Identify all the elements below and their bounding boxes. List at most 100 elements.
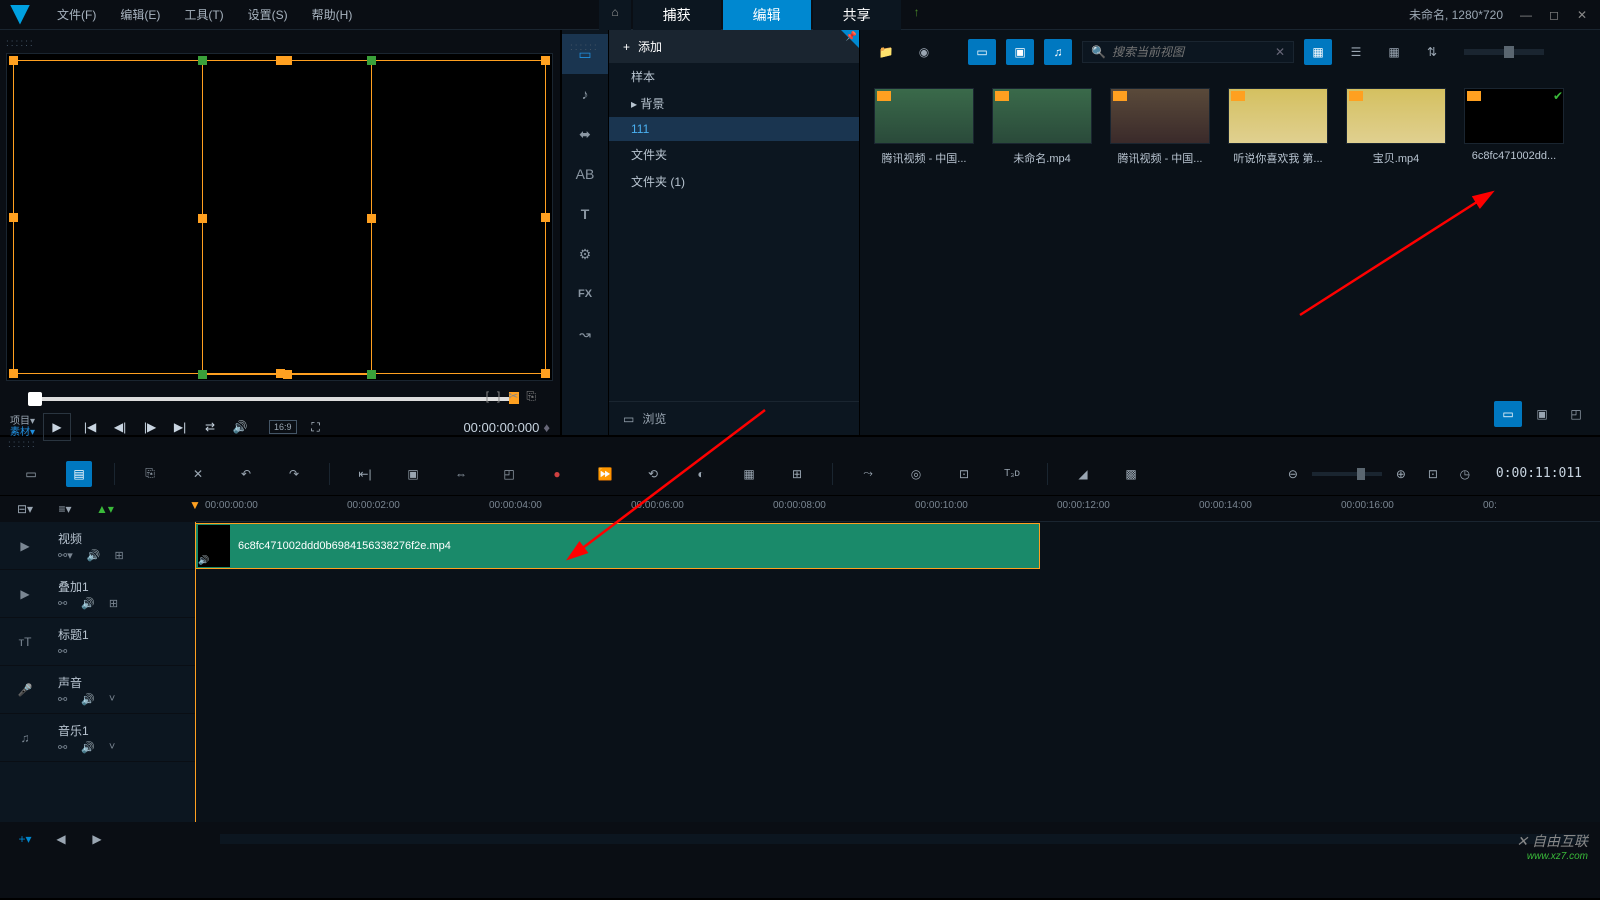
timecode-step-icon[interactable]: ♦ (543, 420, 550, 435)
track-video[interactable]: ▶ 视频⚯▾🔊⊞ (0, 522, 195, 570)
lib-opt2-icon[interactable]: ▣ (1528, 401, 1556, 427)
tab-edit[interactable]: 编辑 (723, 0, 811, 30)
redo-icon[interactable]: ↷ (281, 461, 307, 487)
clear-search-icon[interactable]: ✕ (1275, 45, 1285, 59)
filter-audio-icon[interactable]: ♫ (1044, 39, 1072, 65)
split-screen-icon[interactable]: ⊞ (784, 461, 810, 487)
volume-button[interactable]: 🔊 (229, 416, 251, 438)
mark-in-icon[interactable]: [ (486, 389, 489, 404)
aspect-ratio-button[interactable]: 16:9 (269, 420, 297, 434)
lib-opt3-icon[interactable]: ◰ (1562, 401, 1590, 427)
track-music[interactable]: ♫ 音乐1⚯🔊˅ (0, 714, 195, 762)
tree-folder-1[interactable]: 文件夹 (1) (609, 168, 859, 195)
selection-inner[interactable] (202, 60, 372, 375)
prev-frame-button[interactable]: ◀| (109, 416, 131, 438)
tree-sample[interactable]: 样本 (609, 63, 859, 90)
drag-handle-icon[interactable]: :::::: (6, 36, 554, 51)
menu-edit[interactable]: 编辑(E) (108, 2, 172, 27)
timeline-view-icon[interactable]: ▤ (66, 461, 92, 487)
view-grid-icon[interactable]: ▦ (1380, 39, 1408, 65)
split-icon[interactable]: ⎘ (526, 389, 536, 404)
zoom-in-icon[interactable]: ⊕ (1388, 461, 1414, 487)
add-media-button[interactable]: +添加 📌 (609, 30, 859, 63)
transition-tab-icon[interactable]: ⬌ (562, 114, 608, 154)
import-icon[interactable]: 📁 (872, 39, 900, 65)
tab-capture[interactable]: 捕获 (633, 0, 721, 30)
play-button[interactable]: ▶ (43, 413, 71, 441)
sort-icon[interactable]: ⇅ (1418, 39, 1446, 65)
crop-icon[interactable]: ▣ (400, 461, 426, 487)
search-input[interactable]: 🔍 ✕ (1082, 41, 1294, 63)
menu-tool[interactable]: 工具(T) (172, 2, 235, 27)
maximize-icon[interactable]: ◻ (1546, 8, 1562, 22)
tool-copy-icon[interactable]: ⎘ (137, 461, 163, 487)
preview-canvas[interactable] (6, 53, 553, 381)
chroma-icon[interactable]: ◐ (688, 461, 714, 487)
capture-icon[interactable]: ◉ (910, 39, 938, 65)
go-start-button[interactable]: |◀ (79, 416, 101, 438)
timeline-tracks-area[interactable]: 6c8fc471002ddd0b6984156338276f2e.mp4 🔊 (195, 522, 1600, 822)
media-item[interactable]: ✔ 6c8fc471002dd... (1464, 88, 1564, 162)
media-item[interactable]: 听说你喜欢我 第... (1228, 88, 1328, 166)
track-motion-icon[interactable]: ◎ (903, 461, 929, 487)
overlay-tab-icon[interactable]: AB (562, 154, 608, 194)
tab-share[interactable]: 共享 (813, 0, 901, 30)
reverse-icon[interactable]: ⟲ (640, 461, 666, 487)
browse-button[interactable]: ▭ 浏览 (609, 401, 859, 435)
view-list-icon[interactable]: ☰ (1342, 39, 1370, 65)
fit-icon[interactable]: ⊡ (1420, 461, 1446, 487)
track-voice[interactable]: 🎤 声音⚯🔊˅ (0, 666, 195, 714)
pin-icon[interactable]: 📌 (846, 31, 857, 42)
expand-icon[interactable]: ⛶ (305, 416, 327, 438)
media-item[interactable]: 宝贝.mp4 (1346, 88, 1446, 166)
scroll-left-icon[interactable]: ◀ (48, 826, 74, 852)
label-project[interactable]: 项目▾ (10, 416, 35, 427)
graphics-tab-icon[interactable]: ⚙ (562, 234, 608, 274)
next-frame-button[interactable]: |▶ (139, 416, 161, 438)
3d-title-icon[interactable]: T₃ᴅ (999, 461, 1025, 487)
tree-background[interactable]: ▸ 背景 (609, 90, 859, 117)
loop-button[interactable]: ⇄ (199, 416, 221, 438)
stretch-icon[interactable]: ⇔ (448, 461, 474, 487)
mask-icon[interactable]: ◢ (1070, 461, 1096, 487)
menu-settings[interactable]: 设置(S) (236, 2, 300, 27)
menu-help[interactable]: 帮助(H) (300, 2, 365, 27)
track-menu-icon[interactable]: ⊟▾ (12, 496, 38, 522)
preview-scrubber[interactable]: [ ] ✂ ⎘ (6, 389, 554, 409)
motion-icon[interactable]: ⤳ (855, 461, 881, 487)
tree-folder-111[interactable]: 111 (609, 117, 859, 141)
track-title[interactable]: ᴛT 标题1⚯ (0, 618, 195, 666)
scroll-right-icon[interactable]: ▶ (84, 826, 110, 852)
storyboard-view-icon[interactable]: ▭ (18, 461, 44, 487)
track-opts-icon[interactable]: ≡▾ (52, 496, 78, 522)
playhead-icon[interactable]: ▼ (189, 498, 201, 516)
lib-opt1-icon[interactable]: ▭ (1494, 401, 1522, 427)
multi-cam-icon[interactable]: ▦ (736, 461, 762, 487)
filter-video-icon[interactable]: ▭ (968, 39, 996, 65)
cut-icon[interactable]: ✂ (508, 389, 518, 404)
view-thumb-icon[interactable]: ▦ (1304, 39, 1332, 65)
zoom-out-icon[interactable]: ⊖ (1280, 461, 1306, 487)
record-icon[interactable]: ● (544, 461, 570, 487)
audio-tab-icon[interactable]: ♪ (562, 74, 608, 114)
timeline-hscroll[interactable] (220, 834, 1588, 844)
home-button[interactable]: ⌂ (599, 0, 630, 30)
media-item[interactable]: 未命名.mp4 (992, 88, 1092, 166)
timeline-ruler[interactable]: ▼ 00:00:00:00 00:00:02:00 00:00:04:00 00… (195, 496, 1600, 522)
stabilize-icon[interactable]: ⊡ (951, 461, 977, 487)
upload-button[interactable]: ↑ (902, 0, 932, 30)
media-item[interactable]: 腾讯视频 - 中国... (874, 88, 974, 166)
track-add-icon[interactable]: ▲▾ (92, 496, 118, 522)
close-icon[interactable]: ✕ (1574, 8, 1590, 22)
tool-fix-icon[interactable]: ✕ (185, 461, 211, 487)
track-overlay[interactable]: ▶ 叠加1⚯🔊⊞ (0, 570, 195, 618)
minimize-icon[interactable]: — (1518, 8, 1534, 22)
paint-icon[interactable]: ▩ (1118, 461, 1144, 487)
speed-icon[interactable]: ⏩ (592, 461, 618, 487)
video-clip[interactable]: 6c8fc471002ddd0b6984156338276f2e.mp4 🔊 (195, 523, 1040, 569)
undo-icon[interactable]: ↶ (233, 461, 259, 487)
menu-file[interactable]: 文件(F) (45, 2, 108, 27)
media-item[interactable]: 腾讯视频 - 中国... (1110, 88, 1210, 166)
fx-tab-icon[interactable]: FX (562, 274, 608, 314)
filter-image-icon[interactable]: ▣ (1006, 39, 1034, 65)
